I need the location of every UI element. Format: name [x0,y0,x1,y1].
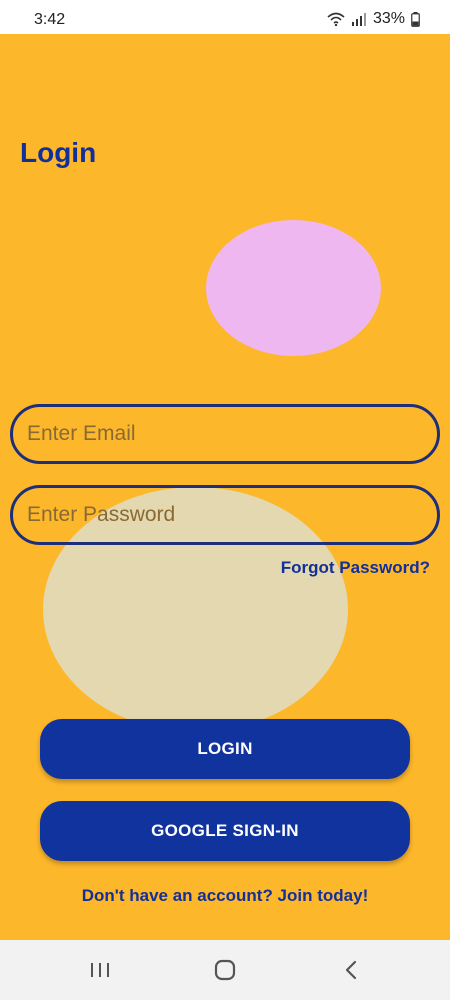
status-bar: 3:42 33% [0,0,450,34]
google-sign-in-button[interactable]: GOOGLE SIGN-IN [40,801,410,861]
password-field[interactable] [10,485,440,545]
signal-icon [351,12,367,26]
page-title: Login [20,137,97,168]
wifi-icon [327,12,345,26]
sign-up-link[interactable]: Don't have an account? Join today! [0,885,450,907]
decorative-pink-oval [206,220,381,356]
login-screen: Login Forgot Password? LOGIN GOOGLE SIGN… [0,34,450,940]
navigation-bar [0,940,450,1000]
battery-percent: 33% [372,10,405,27]
login-button[interactable]: LOGIN [40,719,410,779]
phone-screen: 3:42 33% Login Enter Email Forgot Passwo… [0,0,450,1000]
battery-icon [411,11,420,27]
home-icon[interactable] [213,958,237,982]
back-icon[interactable] [340,958,364,982]
status-time: 3:42 [34,11,66,28]
email-field[interactable] [10,404,440,464]
forgot-password-link[interactable]: Forgot Password? [281,557,430,579]
status-icons: 33% [327,9,420,29]
recents-icon[interactable] [88,958,112,982]
